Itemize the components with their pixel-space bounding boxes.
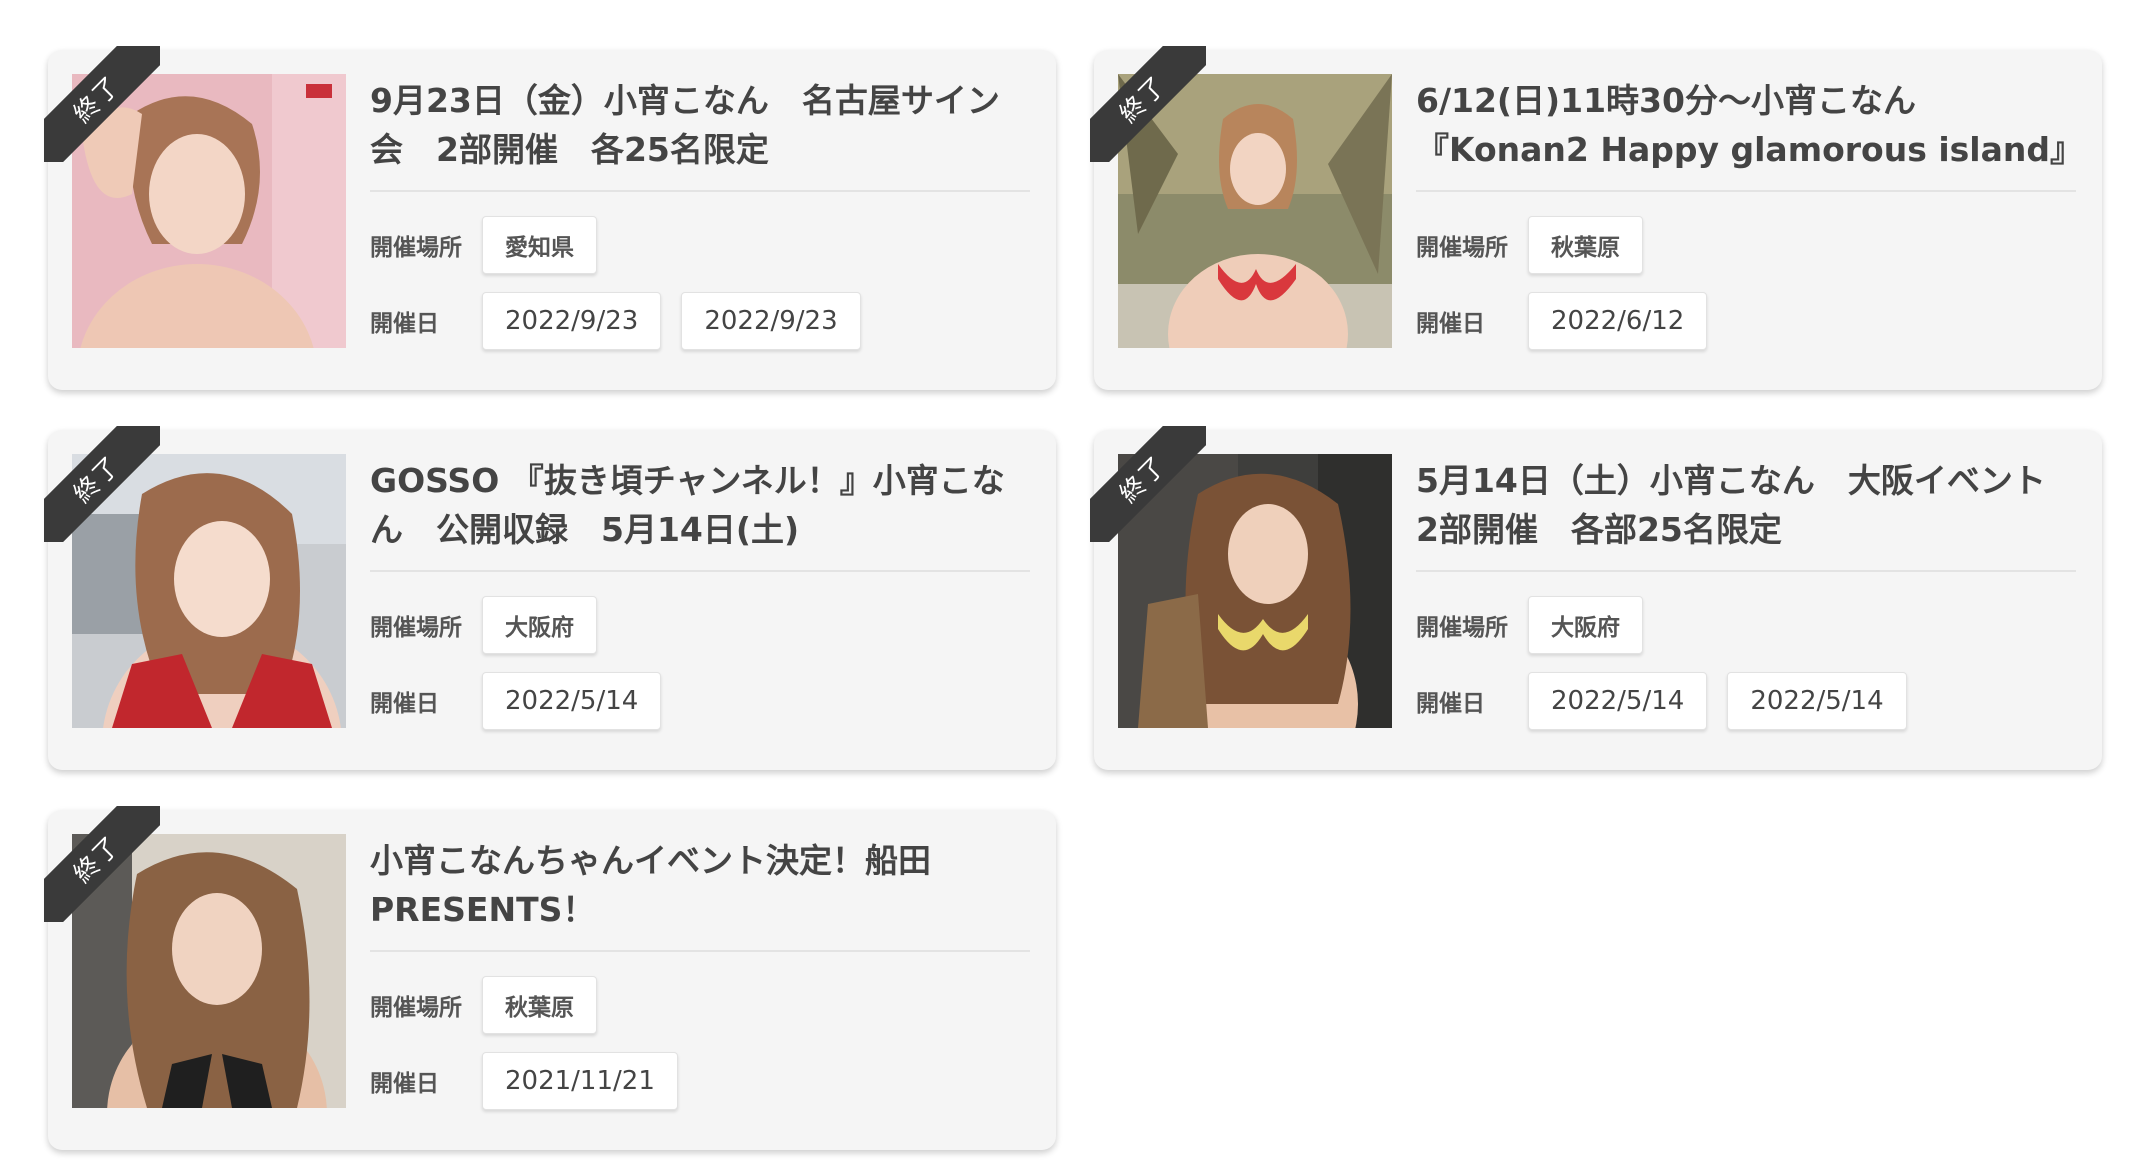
date-label: 開催日 [370,691,439,717]
event-title[interactable]: 小宵こなんちゃんイベント決定！船田PRESENTS！ [370,836,1030,934]
date-tag: 2022/5/14 [1528,672,1708,730]
place-tag: 秋葉原 [1528,216,1643,274]
date-tag: 2022/6/12 [1528,292,1708,350]
place-label: 開催場所 [1416,615,1508,641]
place-label: 開催場所 [370,995,462,1021]
event-card[interactable]: 終了 GOSSO 『抜き頃チャンネル！』小宵こなん 公開収録 5月14日(土) … [44,426,1056,770]
ended-ribbon: 終了 [44,806,160,922]
divider [370,570,1030,572]
event-card[interactable]: 終了 小宵こなんちゃんイベント決定！船田PRESENTS！ 開催場所 秋葉原 開… [44,806,1056,1150]
event-title[interactable]: 9月23日（金）小宵こなん 名古屋サイン会 2部開催 各25名限定 [370,76,1030,174]
place-tag: 大阪府 [1528,596,1643,654]
divider [1416,190,2076,192]
place-tag: 大阪府 [482,596,597,654]
event-card[interactable]: 終了 9月23日（金）小宵こなん 名古屋サイン会 2部開催 各25名限定 開催場… [44,46,1056,390]
ended-ribbon: 終了 [44,426,160,542]
event-card[interactable]: 終了 5月14日（土）小宵こなん 大阪イベント 2部開催 各部25名限定 開催場… [1090,426,2102,770]
ended-ribbon-label: 終了 [67,449,127,509]
date-label: 開催日 [1416,311,1485,337]
divider [370,190,1030,192]
place-label: 開催場所 [370,615,462,641]
date-tag: 2022/9/23 [482,292,662,350]
ended-ribbon: 終了 [44,46,160,162]
ended-ribbon-label: 終了 [1113,69,1173,129]
date-tag: 2022/9/23 [681,292,861,350]
event-list: 終了 9月23日（金）小宵こなん 名古屋サイン会 2部開催 各25名限定 開催場… [0,0,2130,1170]
place-tag: 愛知県 [482,216,597,274]
place-tag: 秋葉原 [482,976,597,1034]
event-title[interactable]: 6/12(日)11時30分〜小宵こなん『Konan2 Happy glamoro… [1416,76,2076,174]
event-title[interactable]: GOSSO 『抜き頃チャンネル！』小宵こなん 公開収録 5月14日(土) [370,456,1030,554]
ended-ribbon-label: 終了 [67,69,127,129]
ended-ribbon-label: 終了 [67,829,127,889]
divider [370,950,1030,952]
date-tag: 2022/5/14 [482,672,662,730]
ended-ribbon: 終了 [1090,46,1206,162]
ended-ribbon-label: 終了 [1113,449,1173,509]
date-label: 開催日 [370,1071,439,1097]
event-title[interactable]: 5月14日（土）小宵こなん 大阪イベント 2部開催 各部25名限定 [1416,456,2076,554]
date-tag: 2022/5/14 [1727,672,1907,730]
date-label: 開催日 [370,311,439,337]
date-tag: 2021/11/21 [482,1052,678,1110]
event-card[interactable]: 終了 6/12(日)11時30分〜小宵こなん『Konan2 Happy glam… [1090,46,2102,390]
divider [1416,570,2076,572]
date-label: 開催日 [1416,691,1485,717]
ended-ribbon: 終了 [1090,426,1206,542]
place-label: 開催場所 [1416,235,1508,261]
place-label: 開催場所 [370,235,462,261]
